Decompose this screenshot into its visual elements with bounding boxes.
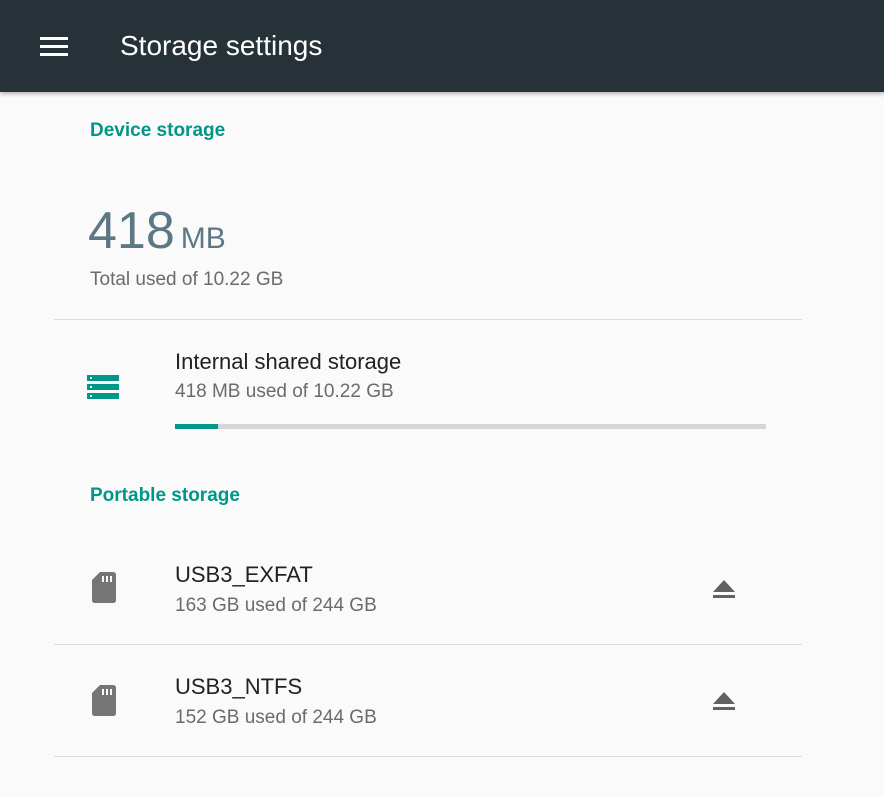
internal-storage-title: Internal shared storage — [175, 349, 402, 374]
eject-icon — [713, 692, 735, 710]
eject-icon — [713, 580, 735, 598]
eject-button[interactable] — [702, 680, 746, 724]
internal-storage-usage: 418 MB used of 10.22 GB — [175, 381, 394, 402]
divider — [54, 756, 802, 757]
internal-storage-progress-bar — [175, 424, 766, 429]
section-header-portable-storage: Portable storage — [90, 485, 240, 506]
eject-button[interactable] — [702, 568, 746, 612]
device-usage: 163 GB used of 244 GB — [175, 595, 377, 616]
internal-shared-storage-row[interactable]: Internal shared storage 418 MB used of 1… — [54, 320, 802, 450]
device-usage: 152 GB used of 244 GB — [175, 707, 377, 728]
device-name: USB3_NTFS — [175, 674, 303, 699]
hamburger-menu-icon — [40, 37, 68, 56]
app-bar: Storage settings — [0, 0, 884, 92]
menu-button[interactable] — [28, 22, 80, 70]
portable-device-row[interactable]: USB3_NTFS 152 GB used of 244 GB — [54, 645, 802, 756]
sd-card-icon — [92, 685, 116, 716]
used-unit: MB — [180, 222, 226, 255]
sd-card-icon — [92, 572, 116, 603]
device-name: USB3_EXFAT — [175, 562, 313, 587]
used-number: 418 — [88, 202, 175, 260]
total-used-amount: 418 MB — [88, 200, 226, 270]
internal-storage-progress-fill — [175, 424, 218, 429]
total-used-caption: Total used of 10.22 GB — [90, 269, 284, 290]
storage-list-icon — [87, 375, 119, 399]
portable-device-row[interactable]: USB3_EXFAT 163 GB used of 244 GB — [54, 532, 802, 644]
section-header-device-storage: Device storage — [90, 120, 226, 141]
page-title: Storage settings — [120, 30, 323, 61]
